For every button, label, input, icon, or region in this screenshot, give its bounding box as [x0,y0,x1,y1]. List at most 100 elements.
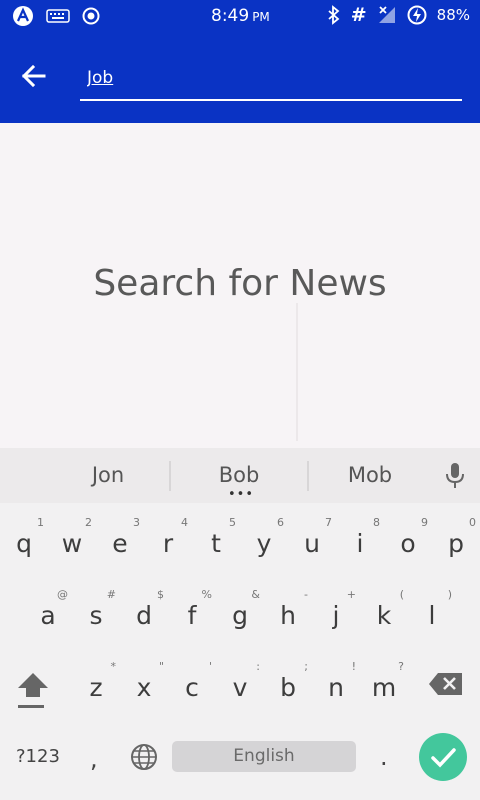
key-hint: 4 [181,516,188,529]
suggestion-2[interactable]: Bob [179,463,299,487]
suggestion-3[interactable]: Mob [310,463,430,487]
key-n[interactable]: ! n [312,652,360,718]
key-m[interactable]: ? m [360,652,408,718]
suggestion-divider [307,461,309,491]
key-hint: : [256,660,260,673]
key-a[interactable]: @ a [24,580,72,646]
app-bar [0,33,480,123]
key-hint: ; [304,660,308,673]
key-hint: ( [399,588,404,601]
clock-ampm: PM [252,10,270,24]
symbols-key[interactable]: ?123 [16,746,60,767]
back-button[interactable] [18,60,50,92]
key-x[interactable]: " x [120,652,168,718]
key-k[interactable]: (k [360,580,408,646]
key-label: t [211,529,221,558]
no-signal-icon [378,6,395,23]
suggestion-1[interactable]: Jon [48,463,168,487]
key-b[interactable]: ; b [264,652,312,718]
key-hint: 8 [373,516,380,529]
comma-key[interactable]: , [90,745,98,773]
status-right-icons: # 88% [327,5,470,25]
key-hint: @ [57,588,68,601]
key-label: l [428,601,436,630]
key-hint: 5 [229,516,236,529]
key-t[interactable]: 5t [192,508,240,574]
shift-key[interactable] [14,670,52,710]
key-hint: 2 [85,516,92,529]
backspace-key[interactable] [428,671,464,697]
suggestion-strip: Jon Bob Mob ••• [0,448,480,503]
key-f[interactable]: % f [168,580,216,646]
battery-percent: 88% [436,6,470,24]
key-hint: 9 [421,516,428,529]
divider [296,303,298,441]
enter-key[interactable] [419,733,467,781]
key-label: k [376,601,392,630]
key-hint: 6 [277,516,284,529]
period-key[interactable]: . [380,743,388,771]
key-label: m [371,673,397,702]
key-label: z [89,673,103,702]
key-label: i [356,529,364,558]
key-label: p [448,529,464,558]
backspace-icon [429,673,462,695]
key-hint: % [201,588,212,601]
key-label: j [332,601,340,630]
key-label: n [328,673,344,702]
key-hint: * [110,660,117,673]
microphone-icon[interactable] [444,462,466,490]
key-o[interactable]: 9o [384,508,432,574]
key-r[interactable]: 4r [144,508,192,574]
arrow-left-icon [21,64,46,88]
key-hint: + [346,588,356,601]
key-w[interactable]: 2w [48,508,96,574]
key-q[interactable]: 1q [0,508,48,574]
more-suggestions-dots[interactable]: ••• [228,488,254,501]
key-v[interactable]: :v [216,652,264,718]
language-key[interactable] [129,742,159,772]
key-p[interactable]: 0p [432,508,480,574]
key-z[interactable]: * z [72,652,120,718]
key-label: x [136,673,152,702]
search-field[interactable] [80,59,462,101]
search-input[interactable] [80,65,457,91]
key-hint: ) [447,588,452,601]
key-hint: " [158,660,164,673]
key-y[interactable]: 6y [240,508,288,574]
key-e[interactable]: 3e [96,508,144,574]
key-hint: 0 [469,516,476,529]
key-j[interactable]: + j [312,580,360,646]
key-hint: ! [351,660,356,673]
space-key[interactable]: English [172,741,356,772]
key-d[interactable]: $ d [120,580,168,646]
key-s[interactable]: # s [72,580,120,646]
key-label: w [61,529,83,558]
key-label: f [187,601,197,630]
app-icon [13,6,33,26]
key-hint: & [251,588,260,601]
key-g[interactable]: & g [216,580,264,646]
key-hint: 1 [37,516,44,529]
key-label: a [40,601,56,630]
key-h[interactable]: -h [264,580,312,646]
key-label: r [162,529,174,558]
battery-charging-icon [407,5,427,25]
bluetooth-icon [328,5,340,25]
key-hint: $ [157,588,164,601]
shift-icon [18,673,48,708]
key-label: s [89,601,103,630]
key-hint: ' [208,660,212,673]
key-label: q [16,529,32,558]
key-hint: 3 [133,516,140,529]
key-u[interactable]: 7u [288,508,336,574]
key-label: c [185,673,199,702]
key-c[interactable]: ' c [168,652,216,718]
key-label: e [112,529,128,558]
key-label: u [304,529,320,558]
key-l[interactable]: ) l [408,580,456,646]
key-label: o [400,529,416,558]
key-label: b [280,673,296,702]
hash-icon: # [350,4,367,26]
key-i[interactable]: 8i [336,508,384,574]
